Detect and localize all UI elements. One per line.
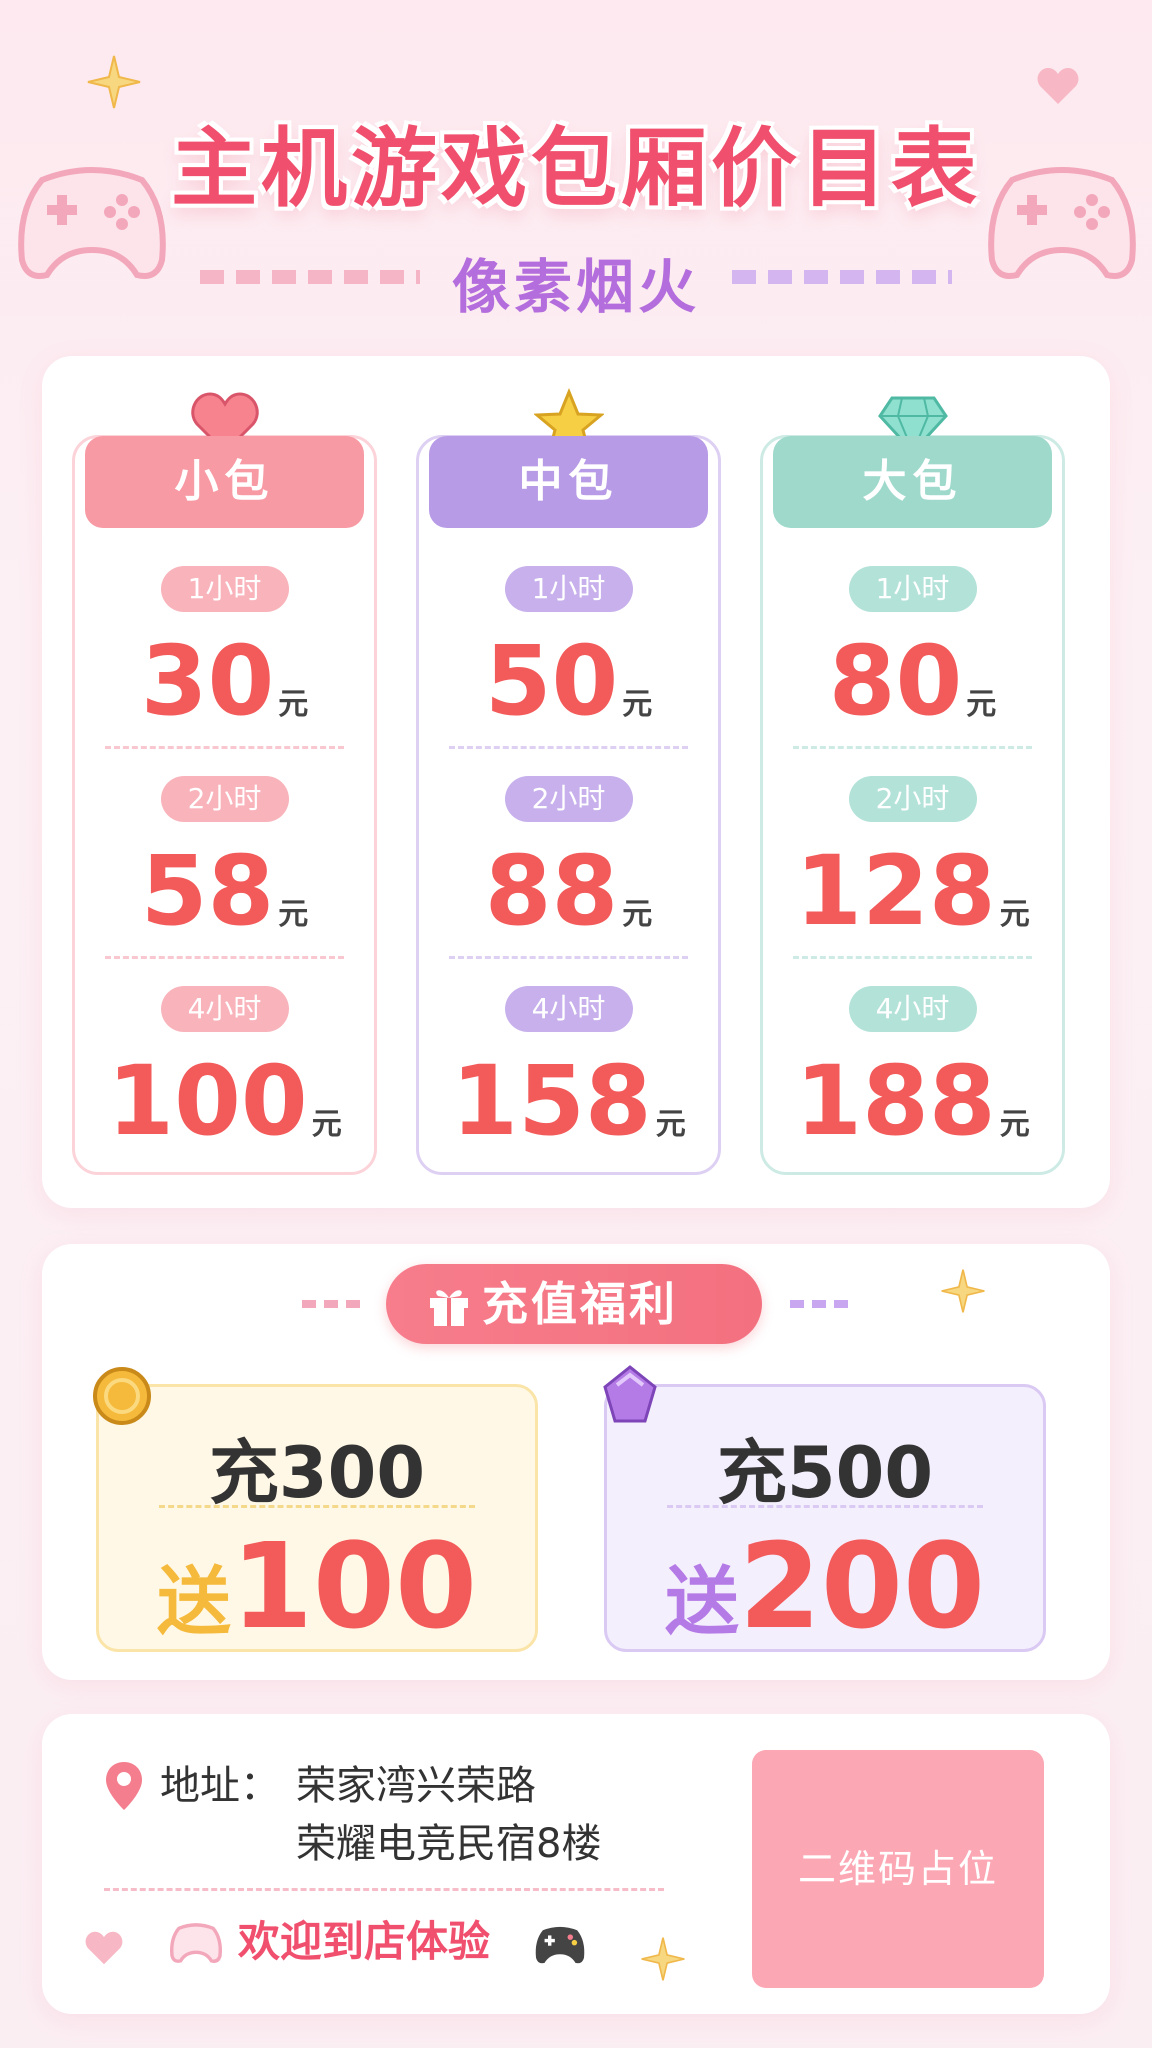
charge-amount: 充300: [208, 1432, 426, 1514]
duration-tag: 2小时: [160, 776, 289, 822]
qr-code-placeholder[interactable]: 二维码占位: [752, 1750, 1044, 1988]
welcome-text: 欢迎到店体验: [238, 1917, 491, 1966]
divider: [159, 1505, 475, 1508]
recharge-title: 充值福利: [482, 1277, 678, 1331]
price-tier: 4小时 100 元: [75, 986, 374, 1196]
price-value: 88 元: [484, 835, 653, 947]
gift-icon: [430, 1290, 468, 1326]
price-tier: 4小时 188 元: [763, 986, 1062, 1196]
location-pin-icon: [106, 1762, 142, 1810]
price-value: 58 元: [140, 835, 309, 947]
price-value: 50 元: [484, 625, 653, 737]
package-column-large: 大包 1小时 80 元 2小时 128 元 4小时 188 元: [760, 396, 1065, 1175]
package-column-medium: 中包 1小时 50 元 2小时 88 元 4小时 158 元: [416, 388, 721, 1175]
recharge-title-pill: 充值福利: [386, 1264, 762, 1344]
page-title: 主机游戏包厢价目表: [171, 119, 981, 219]
pixel-divider: [790, 1300, 850, 1308]
divider: [793, 956, 1032, 959]
duration-tag: 4小时: [160, 986, 289, 1032]
divider: [793, 746, 1032, 749]
gift-amount: 送200: [664, 1517, 986, 1655]
sparkle-icon: [941, 1269, 985, 1313]
price-tier: 2小时 58 元: [75, 776, 374, 986]
price-tier: 1小时 30 元: [75, 566, 374, 776]
divider: [667, 1505, 983, 1508]
price-tier: 4小时 158 元: [419, 986, 718, 1196]
charge-amount: 充500: [716, 1432, 934, 1514]
price-value: 128 元: [795, 835, 1030, 947]
price-tier: 1小时 50 元: [419, 566, 718, 776]
address-line1: 荣家湾兴荣路: [296, 1763, 536, 1809]
duration-tag: 2小时: [504, 776, 633, 822]
duration-tag: 4小时: [848, 986, 977, 1032]
divider: [449, 956, 688, 959]
price-value: 188 元: [795, 1045, 1030, 1157]
package-column-small: 小包 1小时 30 元 2小时 58 元 4小时 100 元: [72, 392, 377, 1175]
pixel-divider: [302, 1300, 362, 1308]
package-name: 小包: [85, 436, 364, 528]
address-label: 地址：: [160, 1763, 280, 1809]
price-value: 158 元: [451, 1045, 686, 1157]
package-name: 大包: [773, 436, 1052, 528]
sparkle-icon: [641, 1937, 685, 1981]
duration-tag: 2小时: [848, 776, 977, 822]
price-tier: 2小时 88 元: [419, 776, 718, 986]
page-subtitle: 像素烟火: [451, 253, 700, 321]
divider: [449, 746, 688, 749]
gamepad-icon: [170, 1923, 222, 1963]
price-value: 100 元: [107, 1045, 342, 1157]
address-line2: 荣耀电竞民宿8楼: [296, 1821, 602, 1867]
recharge-offer: 充500 送200: [603, 1365, 1046, 1655]
price-value: 80 元: [828, 625, 997, 737]
heart-icon: [85, 1931, 123, 1965]
gamepad-icon: [535, 1926, 585, 1964]
price-value: 30 元: [140, 625, 309, 737]
divider: [105, 746, 344, 749]
duration-tag: 1小时: [848, 566, 977, 612]
divider: [104, 1888, 664, 1891]
gift-amount: 送100: [156, 1517, 478, 1655]
duration-tag: 1小时: [160, 566, 289, 612]
price-tier: 1小时 80 元: [763, 566, 1062, 776]
duration-tag: 4小时: [504, 986, 633, 1032]
recharge-offer: 充300 送100: [93, 1367, 538, 1655]
package-name: 中包: [429, 436, 708, 528]
divider: [105, 956, 344, 959]
duration-tag: 1小时: [504, 566, 633, 612]
price-tier: 2小时 128 元: [763, 776, 1062, 986]
